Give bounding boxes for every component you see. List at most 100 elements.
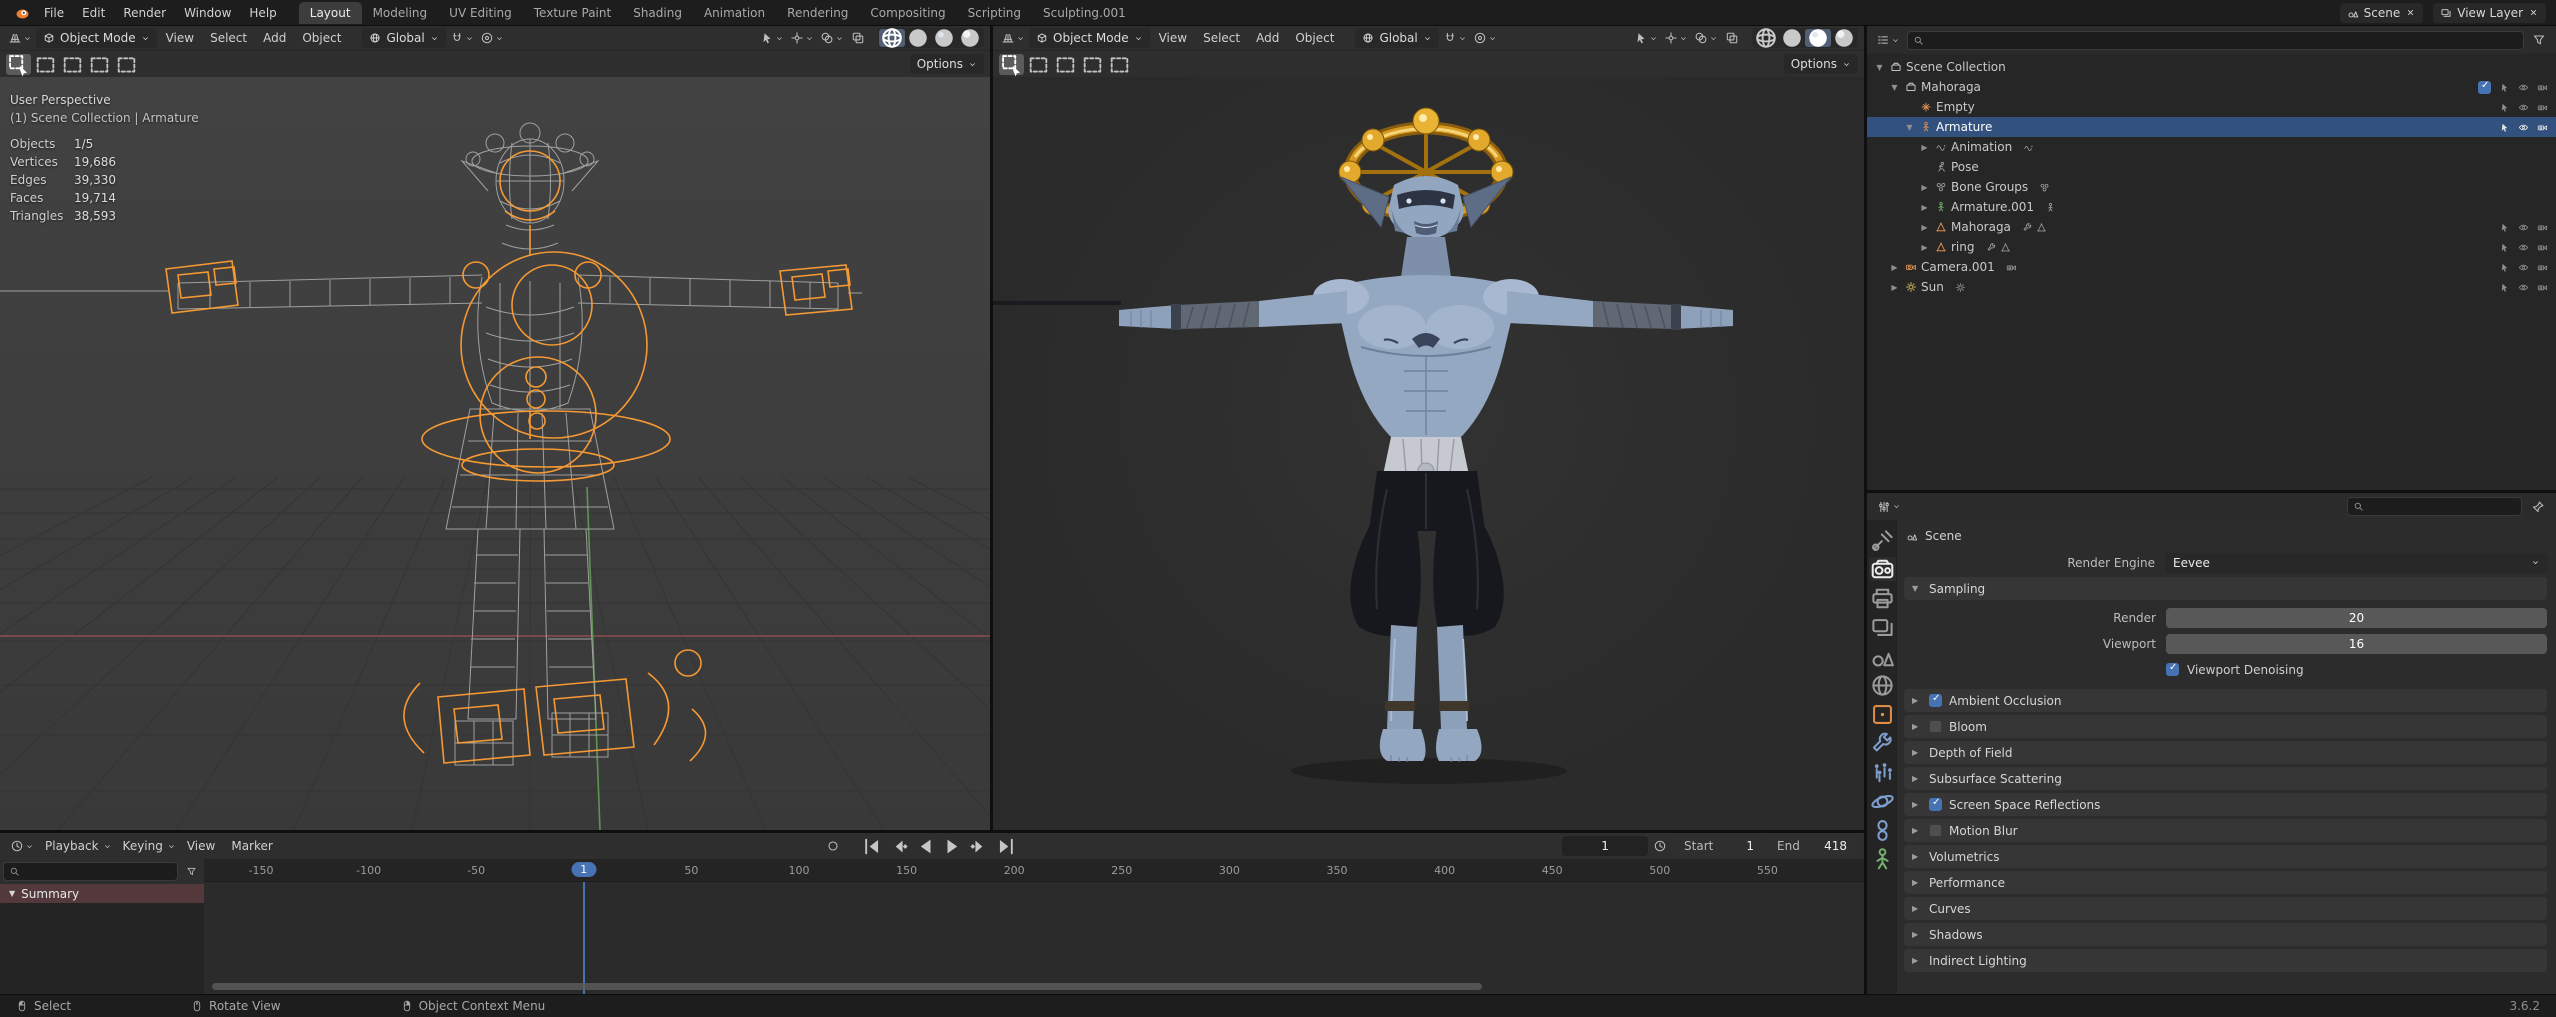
expander-icon[interactable]: ▼ (1903, 123, 1916, 132)
snap-toggle-button[interactable] (448, 28, 476, 48)
expander-icon[interactable]: ▶ (1888, 263, 1901, 272)
scene-selector[interactable]: Scene (2339, 2, 2424, 23)
panel-header-volumetrics[interactable]: ▶ Volumetrics (1904, 845, 2547, 868)
workspace-tab-rendering[interactable]: Rendering (776, 2, 859, 24)
sampling-viewport-field[interactable]: 16 (2166, 633, 2547, 654)
menu-file[interactable]: File (36, 3, 72, 23)
tool-select-box-button[interactable] (33, 54, 58, 75)
expander-icon[interactable]: ▶ (1888, 283, 1901, 292)
motion-blur-checkbox[interactable] (1929, 824, 1942, 837)
jump-to-next-keyframe-button[interactable] (967, 836, 992, 856)
hide-in-viewport-icon[interactable] (2518, 262, 2529, 273)
overlays-button[interactable] (818, 28, 846, 48)
expander-icon[interactable]: ▼ (9, 889, 15, 898)
outliner-filter-button[interactable] (2529, 30, 2549, 50)
tool-select-subtract-button[interactable] (87, 54, 112, 75)
current-frame-line[interactable] (582, 882, 585, 994)
proportional-editing-button[interactable] (1471, 28, 1499, 48)
expander-icon[interactable]: ▶ (1918, 203, 1931, 212)
properties-tab-tool[interactable] (1869, 528, 1896, 552)
play-reverse-button[interactable] (913, 836, 938, 856)
pin-id-button[interactable] (2528, 497, 2548, 517)
disable-in-render-icon[interactable] (2537, 282, 2548, 293)
tool-select-intersect-button[interactable] (1107, 54, 1132, 75)
properties-tab-object[interactable] (1869, 702, 1896, 726)
timeline-menu-playback[interactable]: Playback (38, 837, 106, 855)
restrict-select-icon[interactable] (2499, 222, 2510, 233)
snap-toggle-button[interactable] (1441, 28, 1469, 48)
play-button[interactable] (940, 836, 965, 856)
menu-object[interactable]: Object (1288, 29, 1341, 47)
properties-tab-particles[interactable] (1869, 760, 1896, 784)
workspace-tab-sculpting-001[interactable]: Sculpting.001 (1032, 2, 1137, 24)
properties-tab-world[interactable] (1869, 673, 1896, 697)
workspace-tab-layout[interactable]: Layout (298, 1, 362, 24)
workspace-tab-uv-editing[interactable]: UV Editing (438, 2, 523, 24)
menu-object[interactable]: Object (295, 29, 348, 47)
ambient-occlusion-checkbox[interactable] (1929, 693, 1942, 707)
shading-solid-button[interactable] (1779, 29, 1805, 47)
properties-search-input[interactable] (2347, 497, 2522, 516)
menu-help[interactable]: Help (241, 3, 284, 23)
tool-select-subtract-button[interactable] (1080, 54, 1105, 75)
frame-start-field[interactable]: Start 1 (1675, 836, 1764, 856)
mode-dropdown[interactable]: Object Mode (36, 28, 157, 48)
jump-to-end-button[interactable] (994, 836, 1019, 856)
gizmos-button[interactable] (788, 28, 816, 48)
restrict-select-icon[interactable] (2499, 242, 2510, 253)
menu-view[interactable]: View (159, 29, 201, 47)
panel-header-subsurface-scattering[interactable]: ▶ Subsurface Scattering (1904, 767, 2547, 790)
properties-tab-view-layer[interactable] (1869, 615, 1896, 639)
sampling-render-field[interactable]: 20 (2166, 607, 2547, 628)
restrict-select-icon[interactable] (2499, 262, 2510, 273)
timeline-ruler[interactable]: -150 -100 -50 1 50 100 150 200 250 300 350 400 450 50… (204, 859, 1864, 882)
tool-tweak-button[interactable] (6, 53, 31, 77)
tool-select-box-button[interactable] (1026, 54, 1051, 75)
outliner-editor-type-button[interactable] (1874, 30, 1902, 50)
visibility-filter-button[interactable] (758, 28, 786, 48)
collection-exclude-checkbox[interactable] (2478, 80, 2491, 94)
properties-tab-data[interactable] (1869, 847, 1896, 871)
gizmos-button[interactable] (1662, 28, 1690, 48)
outliner-row-armature[interactable]: ▼ Armature (1867, 117, 2556, 137)
overlays-button[interactable] (1692, 28, 1720, 48)
outliner-row-ring[interactable]: ▶ ring (1867, 237, 2556, 257)
auto-keying-button[interactable] (823, 836, 843, 856)
channel-filter-button[interactable] (181, 862, 201, 882)
panel-header-ambient-occlusion[interactable]: ▶ Ambient Occlusion (1904, 689, 2547, 712)
workspace-tab-modeling[interactable]: Modeling (362, 2, 439, 24)
menu-select[interactable]: Select (1196, 29, 1247, 47)
properties-editor-type-button[interactable] (1875, 497, 1903, 517)
menu-add[interactable]: Add (256, 29, 293, 47)
hide-in-viewport-icon[interactable] (2518, 82, 2529, 93)
workspace-tab-compositing[interactable]: Compositing (859, 2, 956, 24)
properties-tab-constraints[interactable] (1869, 818, 1896, 842)
visibility-filter-button[interactable] (1632, 28, 1660, 48)
mode-dropdown[interactable]: Object Mode (1029, 28, 1150, 48)
expander-icon[interactable]: ▶ (1918, 223, 1931, 232)
options-dropdown[interactable]: Options (1783, 54, 1858, 74)
xray-toggle-button[interactable] (1722, 28, 1742, 48)
editor-type-button[interactable] (999, 28, 1027, 48)
unlink-scene-icon[interactable] (2405, 7, 2416, 18)
disable-in-render-icon[interactable] (2537, 262, 2548, 273)
properties-tab-modifiers[interactable] (1869, 731, 1896, 755)
viewport-denoising-checkbox-field[interactable]: Viewport Denoising (2166, 662, 2304, 677)
hide-in-viewport-icon[interactable] (2518, 102, 2529, 113)
hide-in-viewport-icon[interactable] (2518, 222, 2529, 233)
current-frame-indicator[interactable]: 1 (571, 862, 597, 877)
properties-tab-render[interactable] (1868, 557, 1896, 581)
workspace-tab-scripting[interactable]: Scripting (957, 2, 1032, 24)
panel-header-shadows[interactable]: ▶ Shadows (1904, 923, 2547, 946)
jump-to-prev-keyframe-button[interactable] (886, 836, 911, 856)
frame-end-field[interactable]: End 418 (1768, 836, 1857, 856)
restrict-select-icon[interactable] (2499, 102, 2510, 113)
outliner-row-mahoraga[interactable]: ▼ Mahoraga (1867, 77, 2556, 97)
disable-in-render-icon[interactable] (2537, 102, 2548, 113)
jump-to-start-button[interactable] (859, 836, 884, 856)
transform-orientation-dropdown[interactable]: Global (362, 28, 446, 48)
panel-header-screen-space-reflections[interactable]: ▶ Screen Space Reflections (1904, 793, 2547, 816)
editor-type-button[interactable] (6, 28, 34, 48)
shading-rendered-button[interactable] (1831, 29, 1857, 47)
outliner-row-animation[interactable]: ▶ Animation (1867, 137, 2556, 157)
